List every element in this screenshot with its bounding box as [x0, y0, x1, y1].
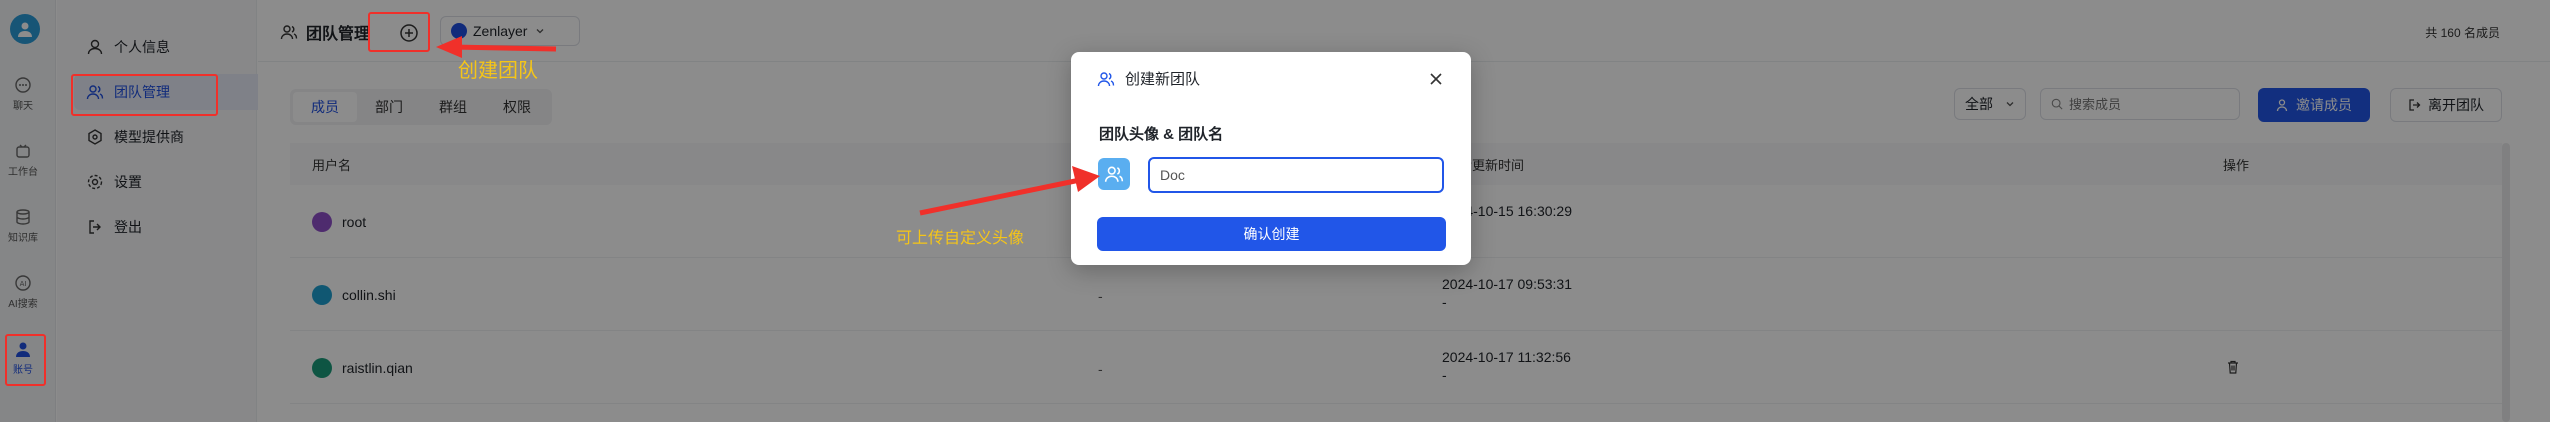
- annotation-custom-avatar: 可上传自定义头像: [896, 230, 1025, 247]
- arrow-to-avatar: [919, 166, 1100, 216]
- annotation-arrows: [436, 36, 1100, 216]
- annotation-create-team: 创建团队: [458, 60, 538, 82]
